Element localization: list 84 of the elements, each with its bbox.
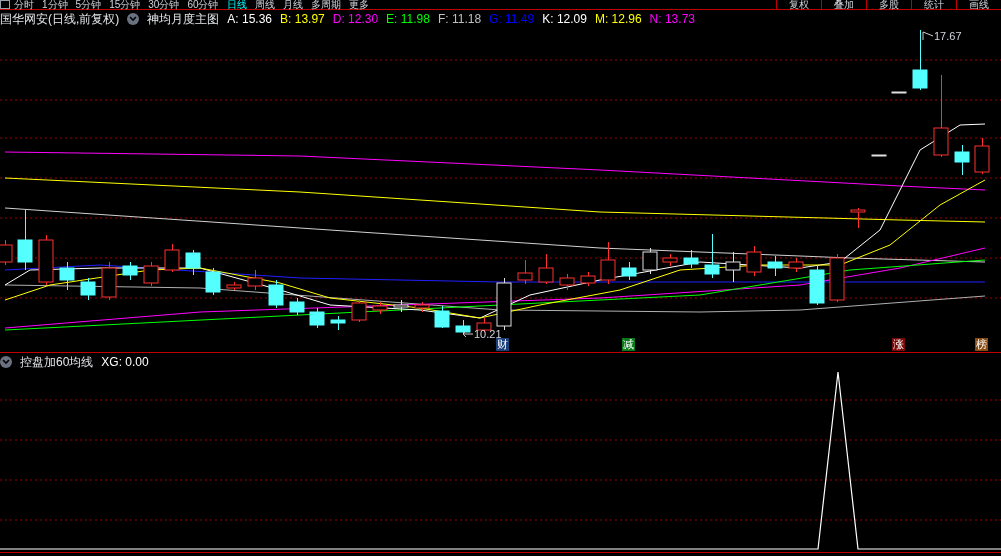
candlestick [538, 253, 554, 285]
period-tab[interactable]: 多周期 [310, 0, 341, 10]
toolbar-button[interactable]: 画线 [956, 0, 1001, 10]
dropdown-icon[interactable] [0, 356, 12, 368]
candlestick [829, 253, 845, 303]
toolbar-button[interactable]: 叠加 [821, 0, 866, 10]
period-tab[interactable]: 60分钟 [187, 0, 219, 10]
candlestick [122, 261, 138, 281]
leader-line [922, 31, 934, 41]
candlestick [891, 91, 907, 94]
indicator-value: XG: 0.00 [101, 354, 149, 371]
candlestick [517, 259, 533, 285]
indicator-value: A: 15.36 [227, 11, 273, 28]
candlestick [226, 281, 242, 291]
candlestick [974, 137, 990, 175]
candlestick [247, 269, 263, 291]
indicator-value: E: 11.98 [386, 11, 430, 28]
candlestick [351, 299, 367, 323]
candlestick [455, 319, 471, 335]
candlestick [101, 261, 117, 301]
indicator-value: F: 11.18 [437, 11, 482, 28]
event-tag: 榜 [975, 338, 988, 351]
candlestick [704, 233, 720, 279]
indicator-value: K: 12.09 [542, 11, 587, 28]
indicator-value: G: 11.49 [489, 11, 535, 28]
candlestick [143, 261, 159, 287]
indicator-name[interactable]: 神均月度主图 [147, 10, 220, 28]
leader-line [462, 329, 474, 339]
period-tab[interactable]: 更多 [348, 0, 369, 10]
candlestick [164, 243, 180, 273]
candlestick [17, 209, 33, 271]
window-icon[interactable] [0, 0, 10, 9]
candlestick [662, 253, 678, 267]
period-tab[interactable]: 分时 [14, 0, 34, 10]
candlestick [80, 277, 96, 301]
candlestick [809, 264, 825, 306]
candlestick [621, 261, 637, 281]
indicator-value: M: 12.96 [594, 11, 642, 28]
period-tab[interactable]: 5分钟 [75, 0, 102, 10]
period-tab[interactable]: 周线 [254, 0, 275, 10]
candlestick [289, 297, 305, 316]
candlestick [850, 207, 866, 229]
candlestick [393, 299, 409, 313]
event-tag: 财 [496, 338, 509, 351]
candlestick [580, 271, 596, 287]
candlestick [185, 249, 201, 276]
chart-title: 国华网安(日线,前复权) [0, 11, 120, 28]
event-tag: 减 [622, 338, 635, 351]
event-tag: 涨 [892, 338, 905, 351]
candlestick [642, 247, 658, 275]
candlestick [0, 239, 13, 266]
candlestick [38, 234, 54, 286]
candlestick [59, 261, 75, 291]
indicator-value: B: 13.97 [280, 11, 325, 28]
candlestick [954, 144, 970, 176]
candlestick [268, 279, 284, 309]
period-tab[interactable]: 15分钟 [109, 0, 141, 10]
period-tab[interactable]: 日线 [226, 0, 247, 10]
period-tab[interactable]: 30分钟 [148, 0, 180, 10]
candlestick [788, 257, 804, 273]
indicator-value: D: 12.30 [332, 11, 379, 28]
candlestick [725, 251, 741, 283]
price-label: 17.67 [934, 30, 962, 42]
candlestick [767, 255, 783, 277]
indicator-name[interactable]: 控盘加60均线 [20, 353, 94, 371]
candlestick [372, 301, 388, 315]
candlestick [309, 307, 325, 329]
indicator-value: N: 13.73 [649, 11, 695, 28]
toolbar-button[interactable]: 复权 [776, 0, 821, 10]
candlestick [434, 305, 450, 329]
period-tab[interactable]: 月线 [282, 0, 303, 10]
candlestick [683, 249, 699, 269]
candlestick [746, 245, 762, 277]
candlestick [496, 277, 512, 331]
period-tab[interactable]: 1分钟 [42, 0, 68, 10]
candlestick [871, 154, 887, 157]
dropdown-icon[interactable] [127, 13, 140, 25]
candlestick [912, 29, 928, 91]
candlestick [205, 267, 221, 296]
candlestick [600, 241, 616, 285]
candlestick [559, 273, 575, 291]
candlestick [414, 301, 430, 313]
toolbar-button[interactable]: 多股 [866, 0, 911, 10]
candlestick [330, 315, 346, 331]
